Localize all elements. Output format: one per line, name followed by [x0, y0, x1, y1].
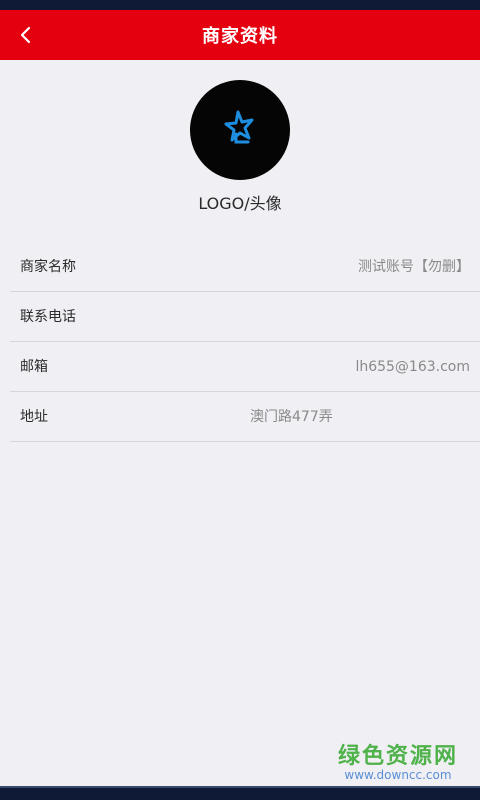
watermark: 绿色资源网 www.downcc.com — [338, 738, 458, 782]
top-bar: 商家资料 — [0, 10, 480, 60]
info-list: 商家名称 测试账号【勿删】 联系电话 邮箱 lh655@163.com 地址 澳… — [0, 242, 480, 442]
row-label: 商家名称 — [20, 259, 76, 275]
row-value: 测试账号【勿删】 — [358, 259, 470, 275]
row-phone[interactable]: 联系电话 — [10, 292, 480, 342]
chevron-left-icon — [20, 26, 31, 44]
row-value: lh655@163.com — [355, 359, 470, 375]
avatar-caption: LOGO/头像 — [198, 194, 282, 213]
status-bar — [0, 0, 480, 10]
navigation-bar — [0, 786, 480, 800]
row-email[interactable]: 邮箱 lh655@163.com — [10, 342, 480, 392]
row-label: 邮箱 — [20, 359, 48, 375]
row-address[interactable]: 地址 澳门路477弄 — [10, 392, 480, 442]
avatar[interactable] — [190, 80, 290, 180]
watermark-sub: www.downcc.com — [344, 768, 452, 782]
row-label: 联系电话 — [20, 309, 76, 325]
row-value: 澳门路477弄 — [250, 409, 333, 425]
row-label: 地址 — [20, 409, 48, 425]
star-logo-icon — [224, 110, 254, 144]
back-button[interactable] — [0, 10, 50, 60]
watermark-main: 绿色资源网 — [337, 744, 458, 769]
page-title: 商家资料 — [202, 26, 278, 47]
row-merchant-name[interactable]: 商家名称 测试账号【勿删】 — [10, 242, 480, 292]
avatar-section: LOGO/头像 — [0, 60, 480, 230]
